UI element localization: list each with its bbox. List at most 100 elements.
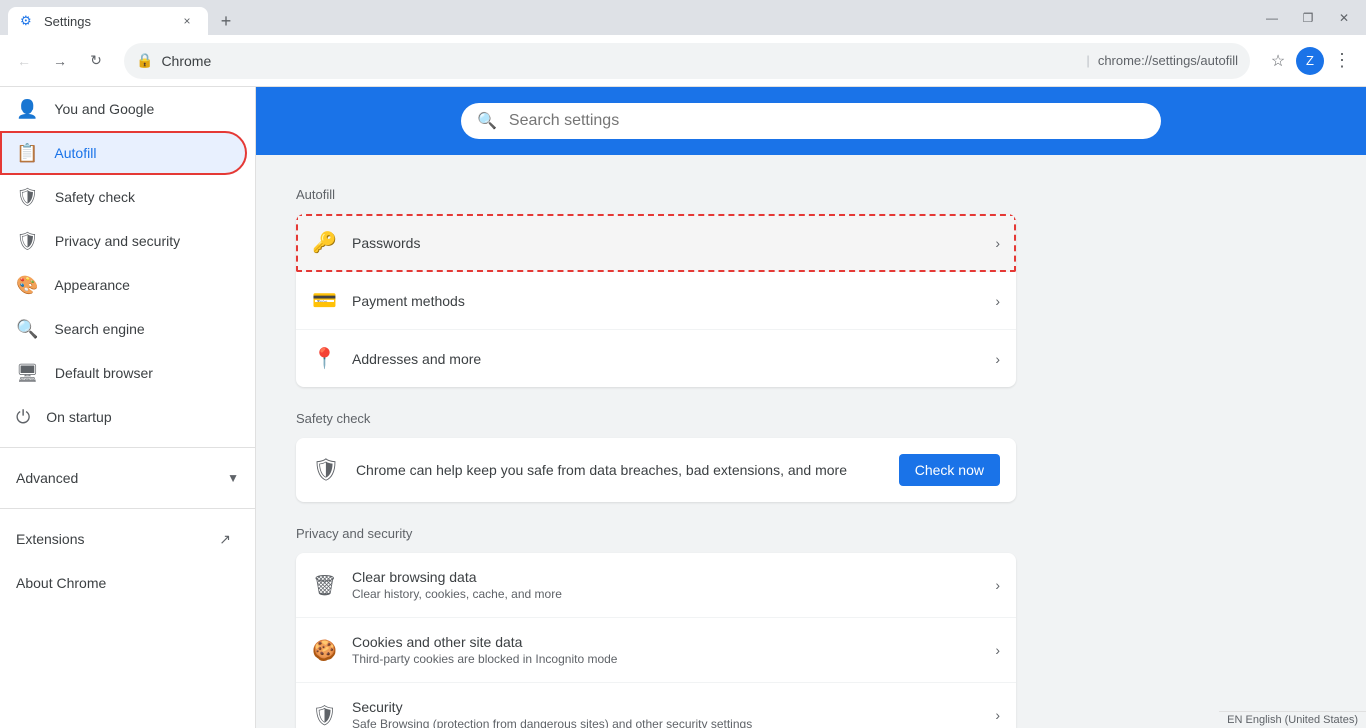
tab-strip: ⚙ Settings × + [8, 0, 1258, 35]
passwords-arrow-icon: › [995, 235, 1000, 251]
addresses-item[interactable]: 📍 Addresses and more › [296, 330, 1016, 387]
sidebar-item-default-browser[interactable]: 🖥 Default browser [0, 351, 247, 395]
sidebar-item-privacy-security[interactable]: 🛡 Privacy and security [0, 219, 247, 263]
new-tab-button[interactable]: + [212, 7, 240, 35]
location-icon: 📍 [312, 346, 336, 371]
nav-right: ☆ Z ⋮ [1262, 45, 1358, 77]
clear-browsing-data-item[interactable]: 🗑 Clear browsing data Clear history, coo… [296, 553, 1016, 618]
search-bar[interactable]: 🔍 [461, 103, 1161, 139]
sidebar-label-extensions: Extensions [16, 531, 203, 547]
cookies-text: Cookies and other site data Third-party … [352, 634, 979, 666]
person-icon: 👤 [16, 99, 38, 120]
sidebar-item-autofill[interactable]: 📋 Autofill [0, 131, 247, 175]
addresses-text: Addresses and more [352, 351, 979, 367]
sidebar-item-safety-check[interactable]: 🛡 Safety check [0, 175, 247, 219]
site-name: Chrome [161, 53, 1078, 69]
clear-browsing-data-label: Clear browsing data [352, 569, 979, 585]
appearance-icon: 🎨 [16, 275, 38, 296]
sidebar: 👤 You and Google 📋 Autofill 🛡 Safety che… [0, 87, 256, 728]
address-secure-icon: 🔒 [136, 52, 153, 69]
status-bar: EN English (United States) [1219, 711, 1366, 728]
chevron-down-icon: ▼ [227, 471, 239, 485]
settings-body: Autofill 🔑 Passwords › 💳 Payment methods… [256, 155, 1056, 728]
external-link-icon: ↗ [219, 531, 231, 548]
sidebar-label-search-engine: Search engine [54, 321, 231, 337]
sidebar-label-safety-check: Safety check [55, 189, 231, 205]
chrome-menu-button[interactable]: ⋮ [1326, 45, 1358, 77]
sidebar-item-search-engine[interactable]: 🔍 Search engine [0, 307, 247, 351]
privacy-security-card: 🗑 Clear browsing data Clear history, coo… [296, 553, 1016, 728]
sidebar-divider [0, 447, 255, 448]
sidebar-label-privacy-security: Privacy and security [55, 233, 231, 249]
tab-title: Settings [44, 14, 170, 29]
shield-icon: 🛡 [16, 187, 39, 208]
clear-browsing-data-subtitle: Clear history, cookies, cache, and more [352, 587, 979, 601]
nav-bar: ← → ↻ 🔒 Chrome | chrome://settings/autof… [0, 35, 1366, 87]
payment-methods-item[interactable]: 💳 Payment methods › [296, 272, 1016, 330]
clear-data-arrow-icon: › [995, 577, 1000, 593]
addresses-arrow-icon: › [995, 351, 1000, 367]
security-shield-icon: 🛡 [312, 703, 336, 728]
security-subtitle: Safe Browsing (protection from dangerous… [352, 717, 979, 728]
sidebar-label-about-chrome: About Chrome [16, 575, 231, 591]
tab-close-button[interactable]: × [178, 12, 196, 30]
cookies-icon: 🍪 [312, 638, 336, 663]
sidebar-label-autofill: Autofill [54, 145, 231, 161]
maximize-button[interactable]: ❐ [1294, 4, 1322, 32]
safety-shield-icon: 🛡 [312, 457, 340, 483]
sidebar-label-you-and-google: You and Google [54, 101, 231, 117]
privacy-icon: 🛡 [16, 231, 39, 252]
address-bar[interactable]: 🔒 Chrome | chrome://settings/autofill [124, 43, 1250, 79]
sidebar-label-on-startup: On startup [46, 409, 231, 425]
address-url: chrome://settings/autofill [1098, 53, 1238, 68]
security-arrow-icon: › [995, 707, 1000, 723]
passwords-label: Passwords [352, 235, 979, 251]
search-input[interactable] [509, 112, 1145, 130]
addresses-label: Addresses and more [352, 351, 979, 367]
cookies-item[interactable]: 🍪 Cookies and other site data Third-part… [296, 618, 1016, 683]
reload-button[interactable]: ↻ [80, 45, 112, 77]
close-button[interactable]: ✕ [1330, 4, 1358, 32]
status-text: EN English (United States) [1227, 714, 1358, 726]
clear-browsing-data-text: Clear browsing data Clear history, cooki… [352, 569, 979, 601]
safety-check-card: 🛡 Chrome can help keep you safe from dat… [296, 438, 1016, 502]
credit-card-icon: 💳 [312, 288, 336, 313]
privacy-security-section-title: Privacy and security [296, 526, 1016, 541]
back-button[interactable]: ← [8, 45, 40, 77]
cookies-arrow-icon: › [995, 642, 1000, 658]
window-controls: — ❐ ✕ [1258, 4, 1358, 32]
passwords-item[interactable]: 🔑 Passwords › [296, 214, 1016, 272]
trash-icon: 🗑 [312, 573, 336, 598]
profile-button[interactable]: Z [1296, 47, 1324, 75]
settings-tab[interactable]: ⚙ Settings × [8, 7, 208, 35]
sidebar-item-appearance[interactable]: 🎨 Appearance [0, 263, 247, 307]
security-label: Security [352, 699, 979, 715]
safety-check-description: Chrome can help keep you safe from data … [356, 462, 883, 478]
cookies-label: Cookies and other site data [352, 634, 979, 650]
sidebar-item-on-startup[interactable]: ⏻ On startup [0, 395, 247, 439]
security-item[interactable]: 🛡 Security Safe Browsing (protection fro… [296, 683, 1016, 728]
sidebar-item-extensions[interactable]: Extensions ↗ [0, 517, 247, 561]
minimize-button[interactable]: — [1258, 4, 1286, 32]
passwords-text: Passwords [352, 235, 979, 251]
autofill-card: 🔑 Passwords › 💳 Payment methods › 📍 [296, 214, 1016, 387]
key-icon: 🔑 [312, 230, 336, 255]
address-separator: | [1086, 53, 1089, 68]
sidebar-item-about-chrome[interactable]: About Chrome [0, 561, 247, 605]
sidebar-advanced[interactable]: Advanced ▼ [0, 456, 255, 500]
autofill-section-title: Autofill [296, 187, 1016, 202]
autofill-icon: 📋 [16, 143, 38, 164]
payment-methods-text: Payment methods [352, 293, 979, 309]
search-engine-icon: 🔍 [16, 319, 38, 340]
sidebar-item-you-and-google[interactable]: 👤 You and Google [0, 87, 247, 131]
settings-container: 👤 You and Google 📋 Autofill 🛡 Safety che… [0, 87, 1366, 728]
sidebar-label-advanced: Advanced [16, 470, 211, 486]
bookmark-button[interactable]: ☆ [1262, 45, 1294, 77]
on-startup-icon: ⏻ [16, 407, 30, 428]
safety-check-section-title: Safety check [296, 411, 1016, 426]
settings-header: 🔍 [256, 87, 1366, 155]
tab-favicon: ⚙ [20, 13, 36, 29]
forward-button[interactable]: → [44, 45, 76, 77]
cookies-subtitle: Third-party cookies are blocked in Incog… [352, 652, 979, 666]
check-now-button[interactable]: Check now [899, 454, 1000, 486]
